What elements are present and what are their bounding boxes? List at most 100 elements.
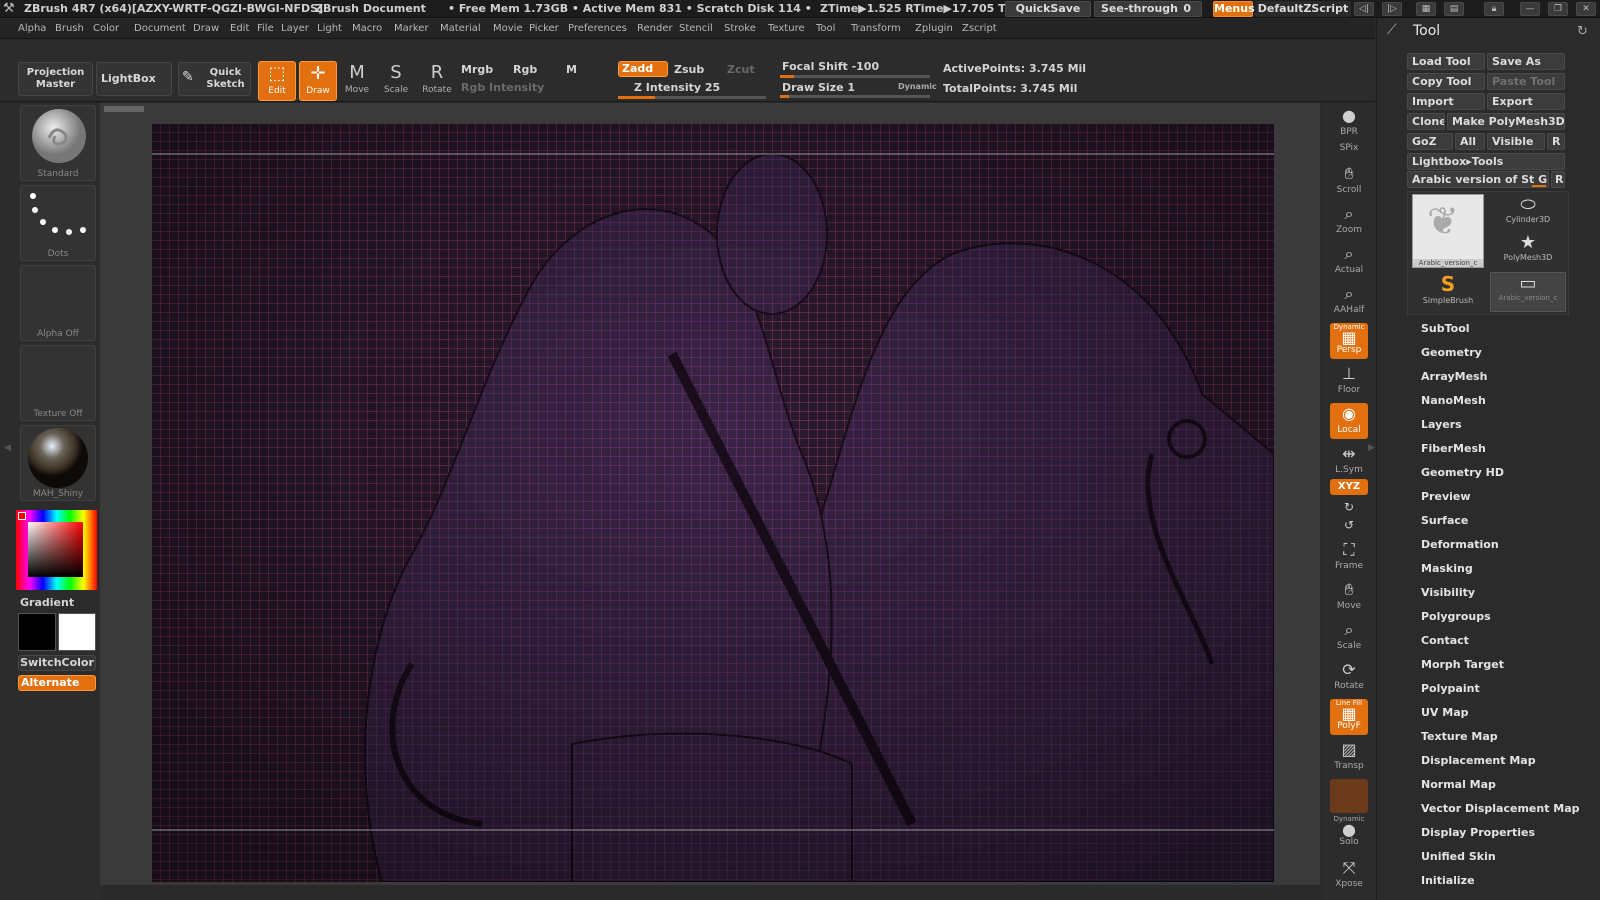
tool-thumb-arabic-version[interactable]: ❦ Arabic_version_c (1412, 194, 1484, 268)
local-button[interactable]: ◉ Local (1330, 403, 1368, 439)
menu-movie[interactable]: Movie (493, 23, 523, 34)
close-icon[interactable]: ✕ (1576, 2, 1596, 16)
projection-master-button[interactable]: Projection Master (18, 62, 93, 96)
current-tool-r-button[interactable]: R (1551, 171, 1565, 188)
brush-picker[interactable]: Standard (20, 105, 96, 181)
lsym-button[interactable]: ⇹ L.Sym (1330, 443, 1368, 479)
section-display-properties[interactable]: Display Properties (1421, 826, 1535, 839)
section-displacement-map[interactable]: Displacement Map (1421, 754, 1536, 767)
menu-marker[interactable]: Marker (394, 23, 429, 34)
lock-icon[interactable]: 🔒︎ (1484, 2, 1504, 16)
hide-right-tray-icon[interactable]: |▷ (1382, 2, 1402, 16)
menu-picker[interactable]: Picker (529, 23, 559, 34)
default-zscript-button[interactable]: DefaultZScript (1255, 1, 1351, 17)
menu-alpha[interactable]: Alpha (18, 23, 46, 34)
load-tool-button[interactable]: Load Tool (1407, 53, 1485, 70)
frame-button[interactable]: ⛶ Frame (1330, 539, 1368, 575)
section-texture-map[interactable]: Texture Map (1421, 730, 1498, 743)
rotate-y-icon[interactable]: ↻ (1330, 499, 1368, 515)
focal-shift-slider[interactable] (780, 75, 930, 78)
import-button[interactable]: Import (1407, 93, 1485, 110)
bpr-button[interactable]: ● BPR (1330, 105, 1368, 141)
goz-button[interactable]: GoZ (1407, 133, 1453, 150)
menu-tool[interactable]: Tool (816, 23, 835, 34)
zcut-button[interactable]: Zcut (727, 63, 755, 76)
right-collapse-icon[interactable]: ▶ (1368, 443, 1375, 453)
goz-r-button[interactable]: R (1547, 133, 1565, 150)
menu-zplugin[interactable]: Zplugin (915, 23, 953, 34)
section-morph-target[interactable]: Morph Target (1421, 658, 1504, 671)
move-button[interactable]: M Move (338, 61, 376, 101)
make-polymesh-button[interactable]: Make PolyMesh3D (1447, 113, 1565, 130)
scale-view-button[interactable]: ⌕ Scale (1330, 619, 1368, 655)
section-contact[interactable]: Contact (1421, 634, 1469, 647)
scroll-button[interactable]: ✋︎ Scroll (1330, 163, 1368, 199)
section-fibermesh[interactable]: FiberMesh (1421, 442, 1486, 455)
zadd-button[interactable]: Zadd (618, 61, 668, 77)
goz-visible-button[interactable]: Visible (1487, 133, 1545, 150)
quick-sketch-button[interactable]: ✎ Quick Sketch (178, 62, 251, 96)
section-visibility[interactable]: Visibility (1421, 586, 1475, 599)
section-unified-skin[interactable]: Unified Skin (1421, 850, 1496, 863)
goz-all-button[interactable]: All (1455, 133, 1485, 150)
menu-transform[interactable]: Transform (851, 23, 901, 34)
scale-button[interactable]: S Scale (377, 61, 415, 101)
zoom-button[interactable]: ⌕ Zoom (1330, 203, 1368, 239)
copy-tool-button[interactable]: Copy Tool (1407, 73, 1485, 90)
left-collapse-icon[interactable]: ◀ (4, 443, 11, 453)
ghost-button[interactable] (1330, 779, 1368, 813)
xpose-button[interactable]: ⤧ Xpose (1330, 857, 1368, 893)
rotate-view-button[interactable]: ⟳ Rotate (1330, 659, 1368, 695)
section-polypaint[interactable]: Polypaint (1421, 682, 1480, 695)
draw-size-slider[interactable] (780, 95, 930, 98)
menu-light[interactable]: Light (317, 23, 342, 34)
alpha-picker[interactable]: Alpha Off (20, 265, 96, 341)
quicksave-button[interactable]: QuickSave (1005, 1, 1091, 17)
z-intensity-slider[interactable] (618, 96, 766, 99)
menu-brush[interactable]: Brush (55, 23, 84, 34)
lightbox-button[interactable]: LightBox (96, 62, 172, 96)
alternate-button[interactable]: Alternate (18, 675, 96, 691)
secondary-color-swatch[interactable] (18, 613, 56, 651)
clone-button[interactable]: Clone (1407, 113, 1445, 130)
menu-stroke[interactable]: Stroke (724, 23, 756, 34)
dynamic-toggle[interactable]: Dynamic (898, 82, 937, 91)
menu-color[interactable]: Color (93, 23, 119, 34)
layout-icon[interactable]: ▦ (1416, 2, 1436, 16)
restore-icon[interactable]: ❐ (1548, 2, 1568, 16)
main-color-swatch[interactable] (58, 613, 96, 651)
gradient-toggle[interactable]: Gradient (20, 596, 74, 609)
tool-palette-title[interactable]: Tool (1413, 23, 1440, 39)
menu-render[interactable]: Render (637, 23, 673, 34)
switchcolor-button[interactable]: SwitchColor (18, 655, 96, 671)
menu-preferences[interactable]: Preferences (568, 23, 627, 34)
section-vector-displacement-map[interactable]: Vector Displacement Map (1421, 802, 1580, 815)
minimize-icon[interactable]: — (1520, 2, 1540, 16)
save-as-button[interactable]: Save As (1487, 53, 1565, 70)
section-polygroups[interactable]: Polygroups (1421, 610, 1491, 623)
xyz-button[interactable]: XYZ (1330, 479, 1368, 495)
section-layers[interactable]: Layers (1421, 418, 1462, 431)
color-marker[interactable] (18, 512, 26, 520)
rotate-z-icon[interactable]: ↺ (1330, 517, 1368, 533)
tool-thumb-polymesh3d[interactable]: ★ PolyMesh3D (1490, 232, 1566, 268)
palette-reset-icon[interactable]: ↻ (1577, 24, 1588, 39)
section-geometry[interactable]: Geometry (1421, 346, 1482, 359)
section-masking[interactable]: Masking (1421, 562, 1473, 575)
solo-button[interactable]: Dynamic ● Solo (1330, 815, 1368, 851)
menu-texture[interactable]: Texture (768, 23, 805, 34)
hide-left-tray-icon[interactable]: ◁| (1354, 2, 1374, 16)
spix-slider[interactable]: SPix (1330, 143, 1368, 159)
menu-material[interactable]: Material (440, 23, 481, 34)
transp-button[interactable]: ▨ Transp (1330, 739, 1368, 775)
texture-picker[interactable]: Texture Off (20, 345, 96, 421)
menu-macro[interactable]: Macro (352, 23, 382, 34)
section-deformation[interactable]: Deformation (1421, 538, 1499, 551)
rgb-button[interactable]: Rgb (513, 63, 537, 76)
edit-button[interactable]: ⬚ Edit (258, 61, 296, 101)
paste-tool-button[interactable]: Paste Tool (1487, 73, 1565, 90)
menu-edit[interactable]: Edit (230, 23, 249, 34)
section-surface[interactable]: Surface (1421, 514, 1468, 527)
menu-file[interactable]: File (257, 23, 274, 34)
material-picker[interactable]: MAH_Shiny (20, 425, 96, 501)
